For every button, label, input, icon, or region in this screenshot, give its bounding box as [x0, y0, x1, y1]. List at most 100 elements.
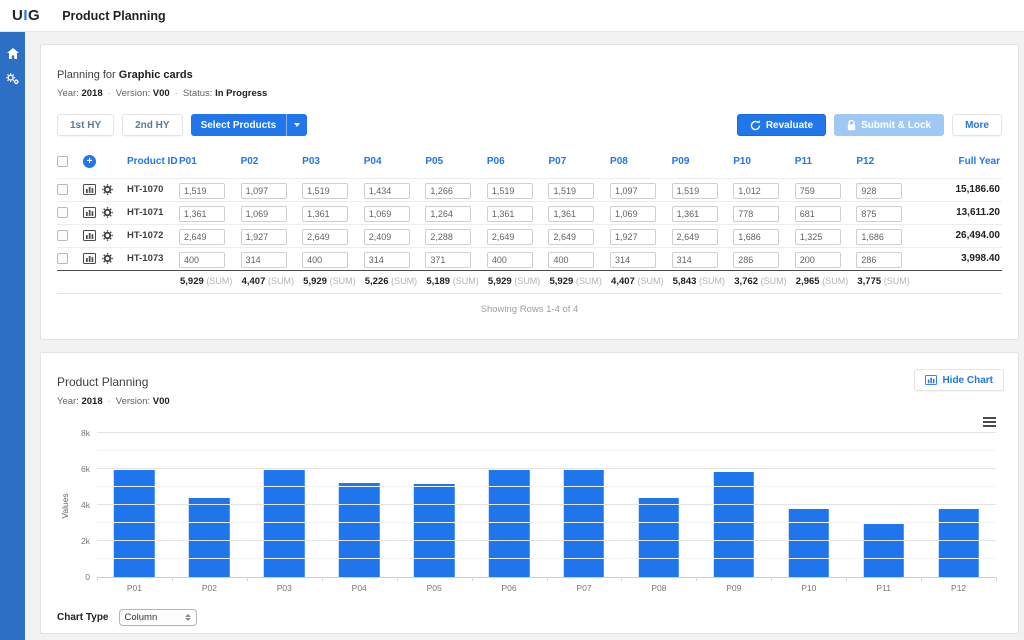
row-checkbox[interactable]	[57, 229, 68, 241]
value-input-HT-1073-P12[interactable]	[856, 251, 903, 268]
value-input-HT-1073-P08[interactable]	[610, 251, 657, 268]
value-input-HT-1071-P05[interactable]	[425, 205, 472, 222]
value-input-HT-1072-P04[interactable]	[363, 228, 410, 245]
planning-card: Planning for Graphic cards Year: 2018 · Ve…	[40, 44, 1019, 340]
chart-menu-icon[interactable]	[983, 417, 996, 429]
add-circle-icon[interactable]	[83, 155, 96, 169]
value-input-HT-1073-P05[interactable]	[425, 251, 472, 268]
value-input-HT-1070-P12[interactable]	[856, 182, 903, 199]
x-axis-label: P03	[276, 583, 292, 593]
value-input-HT-1071-P03[interactable]	[302, 205, 349, 222]
column-header-p12[interactable]: P12	[856, 146, 918, 178]
value-input-HT-1072-P08[interactable]	[610, 228, 657, 245]
column-header-p08[interactable]: P08	[610, 146, 672, 178]
value-input-HT-1070-P04[interactable]	[363, 182, 410, 199]
row-checkbox[interactable]	[57, 206, 68, 218]
select-products-button[interactable]: Select Products	[190, 114, 308, 136]
value-input-HT-1071-P01[interactable]	[179, 205, 225, 222]
value-input-HT-1073-P10[interactable]	[733, 251, 780, 268]
bar-p04[interactable]	[338, 482, 380, 577]
home-icon[interactable]	[6, 48, 19, 59]
column-header-p03[interactable]: P03	[302, 146, 364, 178]
gear-icon[interactable]	[102, 229, 113, 241]
bar-p12[interactable]	[938, 509, 979, 577]
value-input-HT-1072-P06[interactable]	[486, 228, 533, 245]
bar-p10[interactable]	[788, 509, 829, 577]
value-input-HT-1070-P09[interactable]	[671, 182, 718, 199]
value-input-HT-1070-P10[interactable]	[733, 182, 780, 199]
value-input-HT-1072-P09[interactable]	[671, 228, 718, 245]
column-header-p06[interactable]: P06	[487, 146, 549, 178]
revaluate-button[interactable]: Revaluate	[736, 114, 827, 136]
value-input-HT-1073-P04[interactable]	[363, 251, 410, 268]
bar-p05[interactable]	[413, 483, 455, 577]
value-input-HT-1072-P07[interactable]	[548, 228, 595, 245]
select-products-caret[interactable]	[286, 114, 308, 136]
chart-icon[interactable]	[83, 206, 96, 218]
column-header-p10[interactable]: P10	[733, 146, 795, 178]
value-input-HT-1071-P09[interactable]	[671, 205, 718, 222]
select-all-checkbox[interactable]	[57, 155, 68, 167]
row-checkbox[interactable]	[57, 183, 68, 195]
first-hy-button[interactable]: 1st HY	[57, 114, 115, 136]
column-header-p07[interactable]: P07	[548, 146, 610, 178]
column-header-p02[interactable]: P02	[241, 146, 303, 178]
gear-icon[interactable]	[102, 183, 113, 195]
gear-icon[interactable]	[102, 252, 113, 264]
more-button[interactable]: More	[952, 114, 1002, 136]
bar-p08[interactable]	[638, 497, 680, 577]
value-input-HT-1070-P11[interactable]	[794, 182, 841, 199]
value-input-HT-1070-P05[interactable]	[425, 182, 472, 199]
value-input-HT-1070-P06[interactable]	[486, 182, 533, 199]
value-input-HT-1072-P12[interactable]	[856, 228, 903, 245]
value-input-HT-1071-P08[interactable]	[610, 205, 657, 222]
value-input-HT-1072-P10[interactable]	[733, 228, 780, 245]
value-input-HT-1070-P07[interactable]	[548, 182, 595, 199]
bar-p09[interactable]	[713, 471, 755, 577]
value-input-HT-1072-P03[interactable]	[302, 228, 349, 245]
bar-p02[interactable]	[189, 497, 230, 577]
bar-p11[interactable]	[863, 523, 904, 577]
value-input-HT-1073-P07[interactable]	[548, 251, 595, 268]
value-input-HT-1072-P02[interactable]	[240, 228, 287, 245]
chart-icon[interactable]	[83, 183, 96, 195]
row-checkbox[interactable]	[57, 252, 68, 264]
value-input-HT-1070-P01[interactable]	[179, 182, 225, 199]
value-input-HT-1071-P11[interactable]	[794, 205, 841, 222]
value-input-HT-1073-P02[interactable]	[240, 251, 287, 268]
column-header-p05[interactable]: P05	[425, 146, 487, 178]
value-input-HT-1072-P05[interactable]	[425, 228, 472, 245]
column-header-product-id[interactable]: Product ID	[127, 146, 179, 178]
value-input-HT-1073-P01[interactable]	[179, 251, 225, 268]
submit-lock-button[interactable]: Submit & Lock	[834, 114, 945, 136]
value-input-HT-1072-P11[interactable]	[794, 228, 841, 245]
column-header-p01[interactable]: P01	[179, 146, 241, 178]
chart-type-select[interactable]: Column	[118, 609, 197, 626]
value-input-HT-1070-P02[interactable]	[240, 182, 287, 199]
column-header-full-year[interactable]: Full Year	[918, 146, 1002, 178]
hide-chart-button[interactable]: Hide Chart	[914, 369, 1004, 391]
gear-icon[interactable]	[102, 206, 113, 218]
value-input-HT-1073-P03[interactable]	[302, 251, 349, 268]
chart-icon[interactable]	[83, 229, 96, 241]
value-input-HT-1071-P04[interactable]	[363, 205, 410, 222]
second-hy-button[interactable]: 2nd HY	[122, 114, 183, 136]
column-header-p11[interactable]: P11	[795, 146, 857, 178]
value-input-HT-1071-P02[interactable]	[240, 205, 287, 222]
value-input-HT-1070-P03[interactable]	[302, 182, 349, 199]
column-header-p04[interactable]: P04	[364, 146, 426, 178]
value-input-HT-1073-P06[interactable]	[486, 251, 533, 268]
x-axis-label: P09	[726, 583, 742, 593]
value-input-HT-1071-P07[interactable]	[548, 205, 595, 222]
value-input-HT-1072-P01[interactable]	[179, 228, 225, 245]
cogs-icon[interactable]	[6, 73, 19, 85]
value-input-HT-1071-P12[interactable]	[856, 205, 903, 222]
value-input-HT-1071-P06[interactable]	[486, 205, 533, 222]
value-input-HT-1073-P11[interactable]	[794, 251, 841, 268]
value-input-HT-1073-P09[interactable]	[671, 251, 718, 268]
value-input-HT-1070-P08[interactable]	[610, 182, 657, 199]
select-arrows-icon	[184, 614, 191, 621]
column-header-p09[interactable]: P09	[672, 146, 734, 178]
chart-icon[interactable]	[83, 252, 96, 264]
value-input-HT-1071-P10[interactable]	[733, 205, 780, 222]
